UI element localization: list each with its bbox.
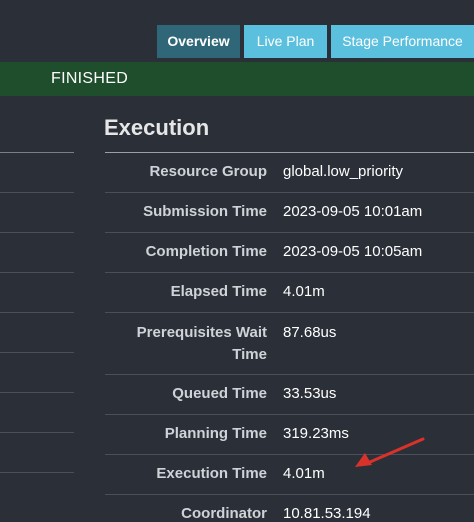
query-details-page: Overview Live Plan Stage Performance FIN… [0,0,474,522]
annotation-arrow-icon [355,437,425,467]
